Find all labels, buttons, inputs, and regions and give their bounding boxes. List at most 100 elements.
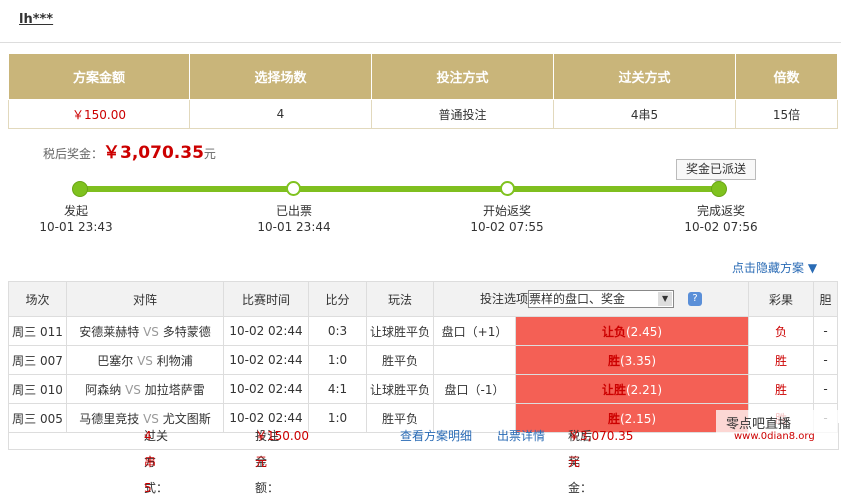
col-score: 比分 — [308, 281, 367, 317]
play-type: 胜平负 — [366, 345, 434, 375]
bet-pick: 胜(3.35) — [514, 345, 750, 375]
chevron-down-icon: ▼ — [658, 292, 673, 307]
fixture: 巴塞尔 VS 利物浦 — [66, 345, 224, 375]
multiple: 15倍 — [735, 99, 838, 129]
stage-ticketed: 已出票 10-01 23:44 — [239, 203, 349, 235]
stage-payout-start: 开始返奖 10-02 07:55 — [452, 203, 562, 235]
vs-label: VS — [137, 353, 153, 368]
ticket-detail-link[interactable]: 出票详情 — [497, 423, 545, 449]
score: 1:0 — [308, 345, 367, 375]
play-type: 让球胜平负 — [366, 374, 434, 404]
bet-option-label: 投注选项 — [480, 291, 529, 306]
play-type: 让球胜平负 — [366, 316, 434, 346]
plan-footer: 过关方式： 4串5 投注金额： ￥150.00元 查看方案明细 出票详情 税后奖金：… — [8, 423, 839, 495]
away-team: 加拉塔萨雷 — [144, 382, 205, 397]
home-team: 安德莱赫特 — [79, 324, 140, 339]
header-bet-type: 投注方式 — [371, 53, 554, 100]
match-no: 周三 010 — [8, 374, 67, 404]
hide-plan-link[interactable]: 点击隐藏方案 ▼ — [732, 259, 817, 276]
bet-type: 普通投注 — [371, 99, 554, 129]
watermark: 零点吧直播 www.0dian8.org — [716, 410, 838, 446]
banker: - — [813, 345, 839, 375]
handicap — [433, 345, 516, 375]
watermark-url: www.0dian8.org — [734, 431, 815, 442]
score: 4:1 — [308, 374, 367, 404]
header-amount: 方案金额 — [8, 53, 190, 100]
stage-start: 发起 10-01 23:43 — [21, 203, 131, 235]
select-value: 票样的盘口、奖金 — [529, 292, 626, 307]
table-row: 周三 011 安德莱赫特 VS 多特蒙德 10-02 02:44 0:3 让球胜… — [8, 316, 839, 346]
progress-bar — [79, 186, 719, 192]
pick-odds: (3.35) — [619, 353, 657, 368]
result: 负 — [748, 316, 815, 346]
divider — [0, 42, 841, 43]
vs-label: VS — [125, 382, 141, 397]
stage-time: 10-02 07:55 — [470, 220, 544, 234]
pick-odds: (2.21) — [625, 382, 663, 397]
home-team: 阿森纳 — [85, 382, 122, 397]
prize-paid-badge: 奖金已派送 — [676, 159, 756, 184]
fixture: 阿森纳 VS 加拉塔萨雷 — [66, 374, 224, 404]
col-play-type: 玩法 — [366, 281, 434, 317]
prize-label: 税后奖金： — [43, 147, 104, 161]
watermark-title: 零点吧直播 — [726, 417, 792, 432]
home-team: 巴塞尔 — [97, 353, 134, 368]
table-row: 周三 007 巴塞尔 VS 利物浦 10-02 02:44 1:0 胜平负 胜(… — [8, 345, 839, 375]
col-banker: 胆 — [813, 281, 839, 317]
ticket-view-select[interactable]: 票样的盘口、奖金 ▼ — [528, 290, 675, 309]
stage-payout-done: 完成返奖 10-02 07:56 — [666, 203, 776, 235]
col-match-time: 比赛时间 — [223, 281, 309, 317]
handicap: 盘口（-1） — [433, 374, 516, 404]
stage-name: 已出票 — [275, 204, 312, 218]
footer-prize-value: ￥3,070.35元 — [568, 429, 634, 469]
away-team: 多特蒙德 — [162, 324, 211, 339]
header-multiple: 倍数 — [735, 53, 838, 100]
pick-odds: (2.45) — [625, 324, 663, 339]
pass-type: 4串5 — [553, 99, 736, 129]
banker: - — [813, 374, 839, 404]
banker: - — [813, 316, 839, 346]
result: 胜 — [748, 345, 815, 375]
col-result: 彩果 — [748, 281, 815, 317]
plan-summary-table: 方案金额 选择场数 投注方式 过关方式 倍数 ￥150.00 4 普通投注 4串… — [8, 53, 838, 129]
table-row: 周三 010 阿森纳 VS 加拉塔萨雷 10-02 02:44 4:1 让球胜平… — [8, 374, 839, 404]
stage-name: 发起 — [63, 204, 88, 218]
view-plan-detail-link[interactable]: 查看方案明细 — [400, 423, 472, 449]
plan-amount: ￥150.00 — [8, 99, 190, 129]
pick-label: 让胜 — [601, 382, 626, 397]
col-bet-option: 投注选项票样的盘口、奖金 ▼? — [432, 281, 750, 317]
match-time: 10-02 02:44 — [223, 345, 309, 375]
fixture: 安德莱赫特 VS 多特蒙德 — [66, 316, 224, 346]
match-time: 10-02 02:44 — [223, 316, 309, 346]
header-matches: 选择场数 — [189, 53, 372, 100]
vs-label: VS — [143, 324, 159, 339]
stage-name: 开始返奖 — [482, 204, 531, 218]
help-icon[interactable]: ? — [688, 292, 703, 307]
username[interactable]: lh*** — [19, 12, 53, 27]
score: 0:3 — [308, 316, 367, 346]
progress-node-ticketed — [286, 181, 301, 196]
match-count: 4 — [189, 99, 372, 129]
pick-label: 让负 — [601, 324, 626, 339]
match-time: 10-02 02:44 — [223, 374, 309, 404]
bet-pick: 让胜(2.21) — [514, 374, 750, 404]
result: 胜 — [748, 374, 815, 404]
bet-detail-table: 场次 对阵 比赛时间 比分 玩法 投注选项票样的盘口、奖金 ▼? 彩果 胆 周三 … — [8, 281, 839, 433]
footer-amount-value: ￥150.00元 — [255, 429, 309, 469]
header-pass-type: 过关方式 — [553, 53, 736, 100]
after-tax-prize: 税后奖金：￥3,070.35元 — [43, 138, 216, 163]
away-team: 利物浦 — [156, 353, 193, 368]
stage-time: 10-01 23:43 — [39, 220, 113, 234]
match-no: 周三 007 — [8, 345, 67, 375]
prize-unit: 元 — [203, 147, 216, 161]
match-no: 周三 011 — [8, 316, 67, 346]
progress-node-payout-done — [711, 181, 727, 197]
prize-amount: ￥3,070.35 — [103, 143, 204, 163]
progress-node-payout-start — [500, 181, 515, 196]
pick-label: 胜 — [607, 353, 620, 368]
footer-pass-value: 4串5 — [144, 429, 157, 495]
col-fixture: 对阵 — [66, 281, 224, 317]
stage-time: 10-01 23:44 — [257, 220, 331, 234]
stage-name: 完成返奖 — [696, 204, 745, 218]
bet-pick: 让负(2.45) — [514, 316, 750, 346]
